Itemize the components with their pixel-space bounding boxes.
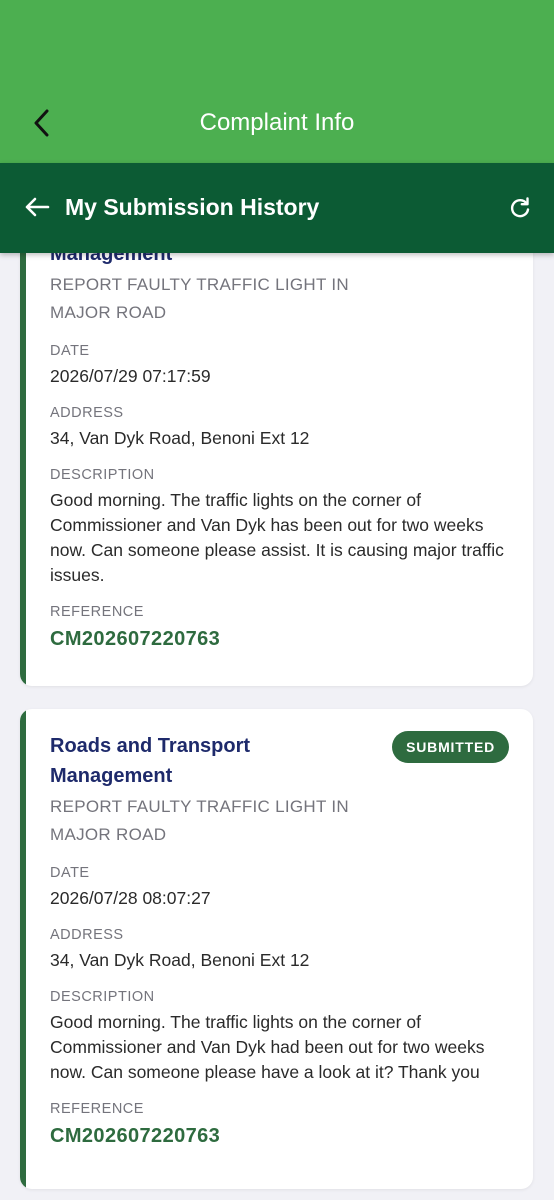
address-value: 34, Van Dyk Road, Benoni Ext 12 <box>50 950 310 970</box>
page-title: Complaint Info <box>199 109 355 136</box>
address-value: 34, Van Dyk Road, Benoni Ext 12 <box>50 428 310 448</box>
submission-card[interactable]: Management REPORT FAULTY TRAFFIC LIGHT I… <box>20 231 533 686</box>
history-back-button[interactable] <box>22 192 52 222</box>
reference-number: CM202607220763 <box>50 628 221 650</box>
date-label: DATE <box>50 865 90 881</box>
arrow-left-icon <box>25 197 50 217</box>
date-value: 2026/07/29 07:17:59 <box>50 366 211 386</box>
reference-number: CM202607220763 <box>50 1125 221 1147</box>
date-value: 2026/07/28 08:07:27 <box>50 888 211 908</box>
description-label: DESCRIPTION <box>50 989 155 1005</box>
submission-card[interactable]: Roads and Transport Management SUBMITTED… <box>20 709 533 1189</box>
reference-label: REFERENCE <box>50 1101 144 1117</box>
refresh-icon <box>510 197 530 218</box>
app-header: Complaint Info <box>0 0 554 163</box>
description-value: Good morning. The traffic lights on the … <box>50 490 504 585</box>
complaint-subject: REPORT FAULTY TRAFFIC LIGHT IN MAJOR ROA… <box>50 797 350 844</box>
section-title: My Submission History <box>65 194 320 220</box>
complaint-subject: REPORT FAULTY TRAFFIC LIGHT IN MAJOR ROA… <box>50 275 350 322</box>
submission-list[interactable]: Management REPORT FAULTY TRAFFIC LIGHT I… <box>0 163 554 1200</box>
date-label: DATE <box>50 343 90 359</box>
address-label: ADDRESS <box>50 405 124 421</box>
reference-label: REFERENCE <box>50 604 144 620</box>
description-label: DESCRIPTION <box>50 467 155 483</box>
address-label: ADDRESS <box>50 927 124 943</box>
department-name: Roads and Transport Management <box>50 735 251 787</box>
submission-history-bar: My Submission History <box>0 163 554 253</box>
refresh-button[interactable] <box>506 194 534 222</box>
description-value: Good morning. The traffic lights on the … <box>50 1012 485 1082</box>
status-badge: SUBMITTED <box>392 731 509 763</box>
